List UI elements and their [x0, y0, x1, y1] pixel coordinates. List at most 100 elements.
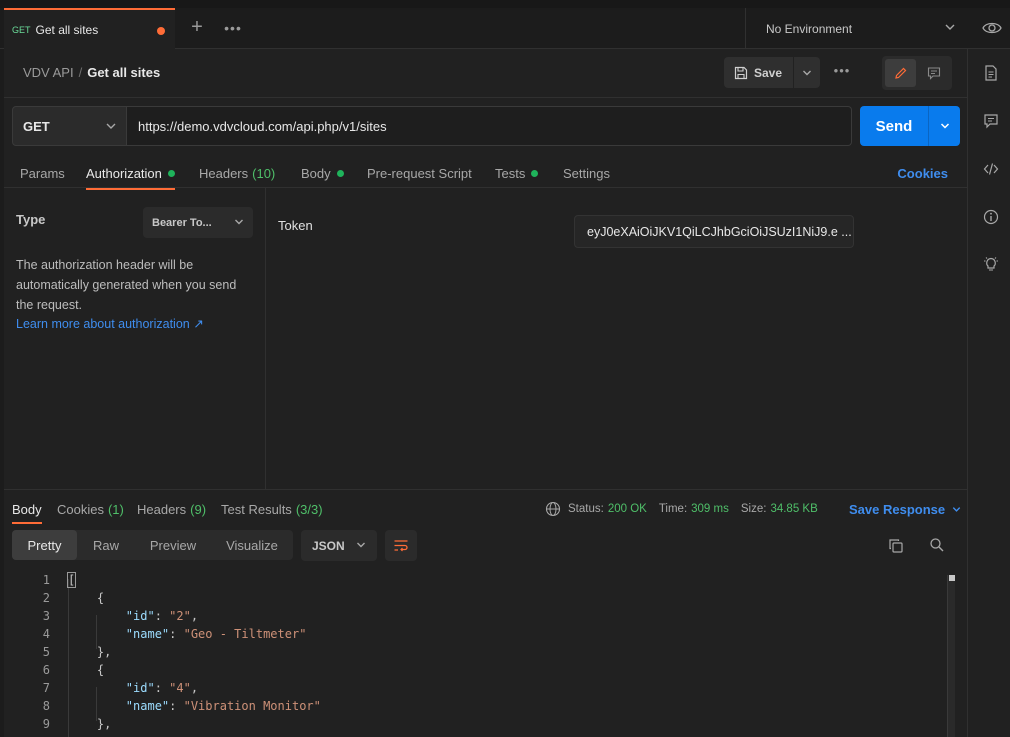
eye-icon[interactable]: [982, 20, 1002, 36]
json-punct: ,: [190, 681, 199, 695]
tab-more-icon[interactable]: •••: [222, 17, 244, 39]
json-value: "Vibration Monitor": [183, 699, 321, 713]
view-visualize[interactable]: Visualize: [211, 530, 293, 560]
token-input[interactable]: [574, 215, 854, 248]
environment-select[interactable]: No Environment: [745, 8, 967, 49]
chevron-down-icon: [106, 123, 116, 129]
wrap-lines-button[interactable]: [385, 530, 417, 561]
request-tab[interactable]: GET Get all sites: [4, 8, 175, 49]
documentation-icon[interactable]: [983, 65, 999, 81]
breadcrumb-separator: /: [78, 65, 83, 80]
globe-icon[interactable]: [545, 501, 561, 517]
chevron-down-icon: [940, 123, 949, 129]
edit-mode-button[interactable]: [885, 59, 916, 87]
size-label: Size:: [740, 503, 767, 515]
view-preview[interactable]: Preview: [135, 530, 211, 560]
tab-label: Pre-request Script: [367, 165, 472, 181]
view-pretty[interactable]: Pretty: [12, 530, 77, 560]
send-button[interactable]: Send: [860, 106, 929, 146]
json-key: "id": [125, 681, 155, 695]
response-tabs: Body Cookies (1) Headers (9) Test Results(…: [4, 490, 967, 524]
tab-settings[interactable]: Settings: [563, 162, 610, 184]
line-number: 8: [42, 699, 50, 713]
json-value: "4": [169, 681, 191, 695]
save-button[interactable]: Save: [724, 57, 794, 88]
request-more-icon[interactable]: •••: [832, 61, 852, 81]
tab-params[interactable]: Params: [20, 162, 65, 184]
chevron-down-icon: [952, 506, 961, 512]
response-body-viewer[interactable]: 1 [ 2 { 3 "id": "2", 4 "name": "Geo - Ti…: [4, 571, 967, 737]
chevron-down-icon: [357, 542, 365, 548]
breadcrumb-collection[interactable]: VDV API: [23, 65, 74, 80]
send-options-button[interactable]: [929, 106, 960, 146]
status-dot-icon: [336, 169, 344, 177]
response-tab-cookies[interactable]: Cookies (1): [57, 498, 124, 520]
view-raw[interactable]: Raw: [77, 530, 135, 560]
chevron-down-icon: [945, 24, 955, 30]
save-options-button[interactable]: [794, 67, 820, 79]
scrollbar-thumb[interactable]: [949, 575, 955, 581]
code-line: [: [66, 572, 77, 588]
time-value[interactable]: 309 ms: [691, 503, 729, 515]
auth-type-select[interactable]: Bearer To...: [143, 207, 253, 238]
json-key: "id": [125, 609, 155, 623]
new-tab-plus-icon[interactable]: +: [186, 17, 208, 39]
format-select[interactable]: JSON: [301, 530, 377, 561]
status-dot-icon: [531, 169, 539, 177]
tab-count: (9): [190, 501, 207, 517]
json-key: "name": [125, 699, 170, 713]
search-icon[interactable]: [929, 537, 945, 553]
status-value[interactable]: 200 OK: [608, 503, 647, 515]
line-number: 5: [42, 645, 50, 659]
breadcrumb-request[interactable]: Get all sites: [87, 65, 160, 80]
tab-label: Test Results: [221, 501, 292, 517]
save-label: Save: [754, 65, 783, 80]
code-line: {: [68, 663, 105, 677]
line-number: 7: [42, 681, 50, 695]
save-icon: [734, 66, 748, 79]
response-status: Status: 200 OK Time: 309 ms Size: 34.85 KB: [545, 498, 818, 520]
comments-icon[interactable]: [983, 113, 999, 129]
tab-count: (3/3): [295, 501, 323, 517]
request-tabs: Params Authorization Headers (10) Body Pr…: [4, 153, 967, 190]
tab-tests[interactable]: Tests: [495, 162, 539, 184]
mode-toggle: [882, 56, 952, 90]
json-value: "2": [169, 609, 191, 623]
code-scrollbar[interactable]: [947, 575, 955, 737]
breadcrumb: VDV API / Get all sites: [23, 65, 160, 80]
size-value[interactable]: 34.85 KB: [770, 503, 817, 515]
line-number: 6: [42, 663, 50, 677]
tab-label: Body: [12, 501, 42, 517]
response-tab-headers[interactable]: Headers (9): [137, 498, 206, 520]
auth-type-value: Bearer To...: [152, 216, 212, 229]
code-line: "name": "Geo - Tiltmeter": [125, 627, 307, 641]
comment-mode-button[interactable]: [918, 59, 949, 87]
tab-count: (10): [252, 165, 276, 181]
learn-more-link[interactable]: Learn more about authorization ↗: [16, 316, 204, 331]
line-number: 4: [42, 627, 50, 641]
chevron-down-icon: [235, 219, 243, 225]
send-button-group: Send: [860, 106, 960, 146]
response-tab-test-results[interactable]: Test Results (3/3): [221, 498, 323, 520]
auth-description: The authorization header will be automat…: [16, 258, 237, 312]
tab-authorization[interactable]: Authorization: [86, 162, 175, 190]
tab-body[interactable]: Body: [301, 162, 344, 184]
tab-method: GET: [12, 24, 31, 35]
method-select[interactable]: GET: [12, 106, 127, 146]
line-number: 3: [42, 609, 50, 623]
info-icon[interactable]: [983, 209, 999, 225]
save-response-button[interactable]: Save Response: [849, 498, 962, 520]
comment-icon: [927, 67, 940, 80]
cookies-link[interactable]: Cookies: [897, 162, 948, 184]
tab-headers[interactable]: Headers (10): [199, 162, 275, 184]
right-sidebar: [967, 49, 1010, 737]
status-dot-icon: [167, 169, 175, 177]
copy-icon[interactable]: [888, 538, 904, 554]
response-tab-body[interactable]: Body: [12, 498, 42, 524]
code-line: "id": "4",: [125, 681, 199, 695]
lightbulb-icon[interactable]: [983, 256, 999, 272]
url-input[interactable]: [127, 106, 852, 146]
tab-pre-request-script[interactable]: Pre-request Script: [367, 162, 472, 184]
code-icon[interactable]: [983, 161, 999, 177]
status-label: Status:: [568, 503, 604, 515]
